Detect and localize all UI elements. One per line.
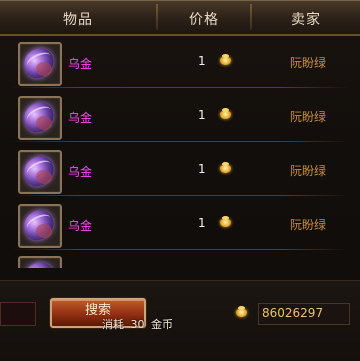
- gold-ingot-icon: [236, 306, 247, 317]
- item-name: 乌金: [68, 111, 93, 125]
- item-name: 乌金: [68, 219, 93, 233]
- ore-gem-icon: [19, 257, 59, 268]
- seller-name: 阮盼绿: [290, 164, 327, 178]
- header-item: 物品: [63, 12, 93, 28]
- gold-ingot-icon: [220, 54, 231, 65]
- cost-unit: 金币: [151, 318, 173, 331]
- item-slot[interactable]: [18, 96, 62, 140]
- auction-window: 物品 价格 卖家 乌金 1 阮盼绿 乌金 1 阮盼绿 乌金 1 阮盼绿 乌金 1…: [0, 0, 360, 361]
- item-name: 乌金: [68, 165, 93, 179]
- seller-name: 阮盼绿: [290, 56, 327, 70]
- item-price: 1: [198, 108, 206, 122]
- item-slot[interactable]: [18, 150, 62, 194]
- item-price: 1: [198, 216, 206, 230]
- listing-list: 乌金 1 阮盼绿 乌金 1 阮盼绿 乌金 1 阮盼绿 乌金 1 阮盼绿: [6, 36, 354, 268]
- gold-balance: 86026297: [262, 306, 324, 320]
- item-slot[interactable]: [18, 256, 62, 268]
- item-name: 乌金: [68, 57, 93, 71]
- seller-name: 阮盼绿: [290, 218, 327, 232]
- item-slot[interactable]: [18, 42, 62, 86]
- seller-name: 阮盼绿: [290, 110, 327, 124]
- listing-row[interactable]: 乌金 1 阮盼绿: [6, 198, 354, 250]
- cost-amount: 30: [130, 318, 145, 331]
- listing-row[interactable]: 乌金 1 阮盼绿: [6, 144, 354, 196]
- row-divider: [10, 141, 350, 142]
- header-seller: 卖家: [291, 12, 321, 28]
- gold-ingot-icon: [220, 162, 231, 173]
- filter-field[interactable]: [0, 302, 36, 326]
- row-divider: [10, 195, 350, 196]
- item-price: 1: [198, 162, 206, 176]
- column-header: 物品 价格 卖家: [0, 0, 360, 36]
- gold-ingot-icon: [220, 108, 231, 119]
- gold-ingot-icon: [220, 216, 231, 227]
- listing-row-partial[interactable]: [6, 252, 354, 268]
- listing-row[interactable]: 乌金 1 阮盼绿: [6, 90, 354, 142]
- row-divider: [10, 249, 350, 250]
- search-cost: 消耗 30 金币: [102, 316, 176, 332]
- header-price: 价格: [189, 12, 219, 28]
- item-slot[interactable]: [18, 204, 62, 248]
- row-divider: [10, 87, 350, 88]
- item-price: 1: [198, 54, 206, 68]
- cost-prefix: 消耗: [102, 318, 124, 331]
- listing-row[interactable]: 乌金 1 阮盼绿: [6, 36, 354, 88]
